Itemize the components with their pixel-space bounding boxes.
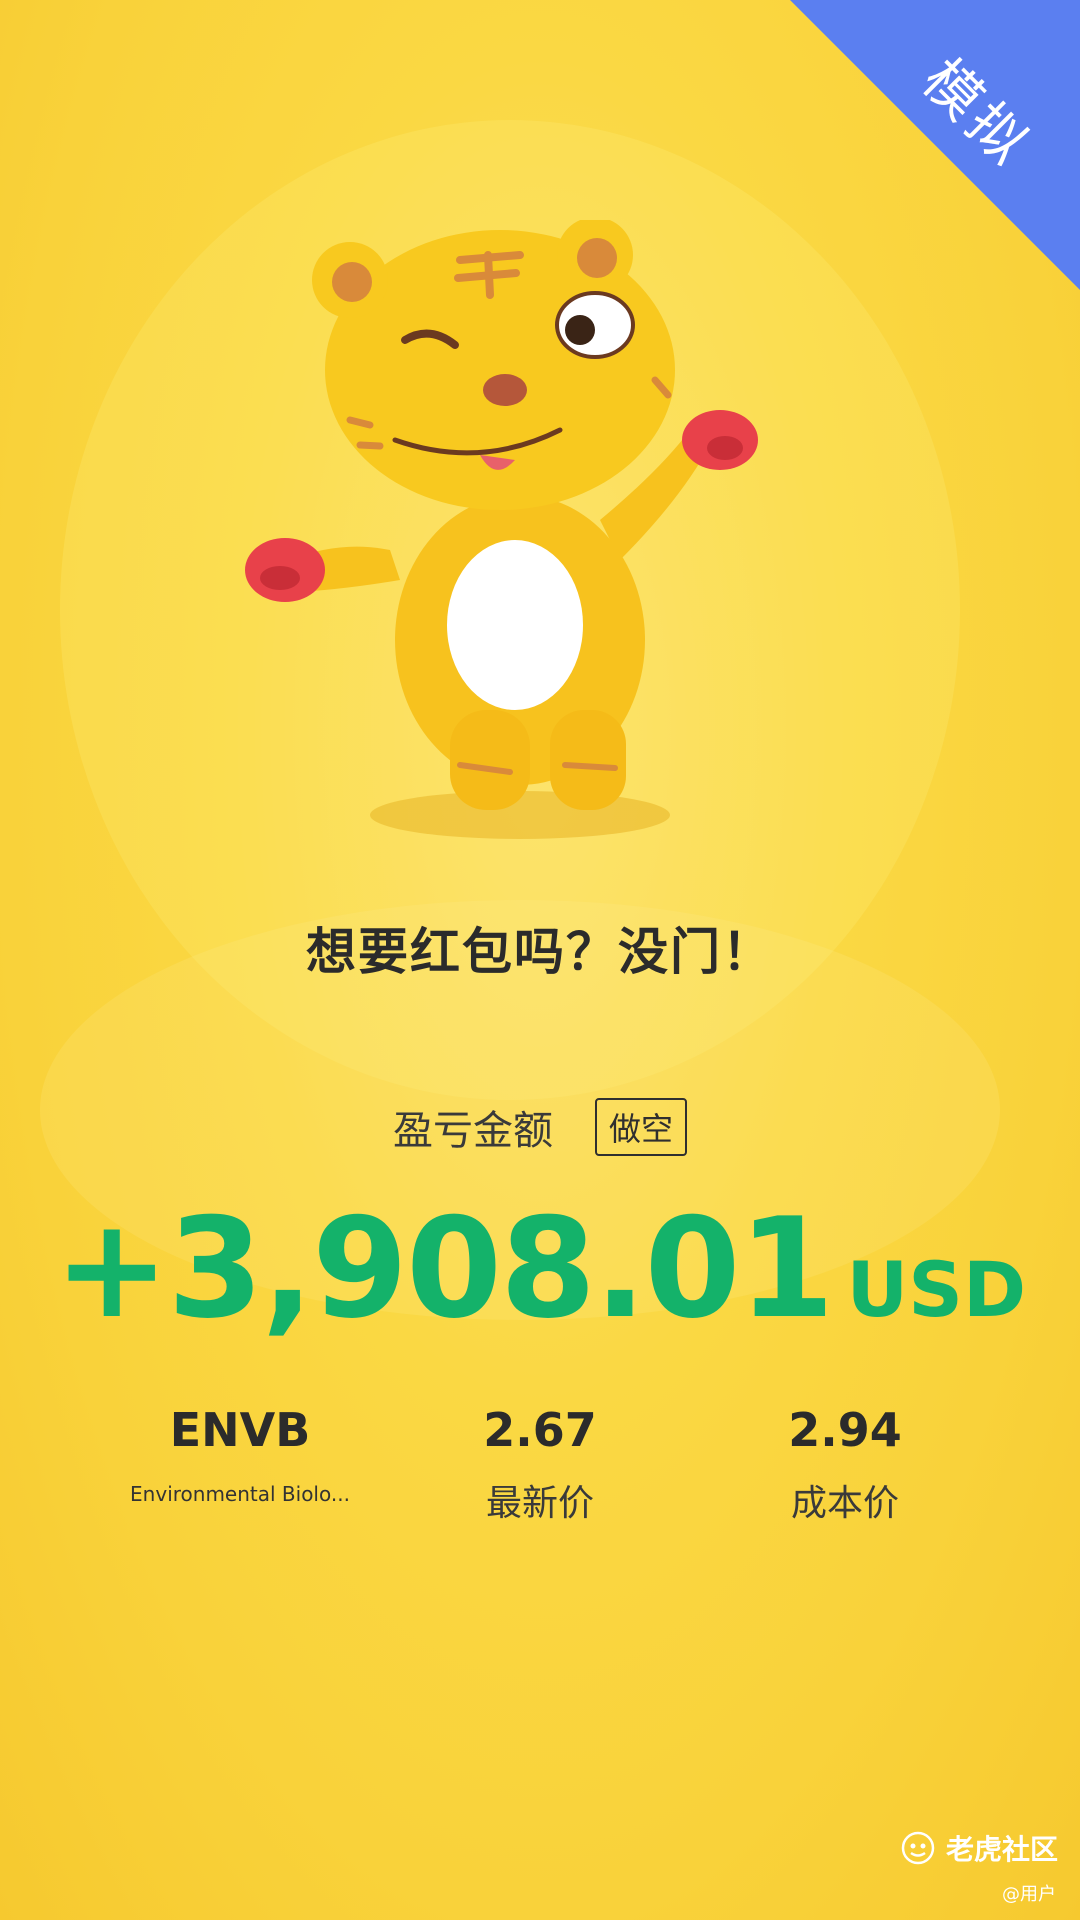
latest-price-value: 2.67 bbox=[483, 1403, 597, 1457]
cost-price-label: 成本价 bbox=[790, 1483, 899, 1524]
short-position-tag: 做空 bbox=[594, 1098, 687, 1156]
latest-price-label: 最新价 bbox=[485, 1483, 594, 1524]
tiger-mascot-illustration bbox=[245, 220, 758, 839]
cost-price-value: 2.94 bbox=[788, 1403, 902, 1457]
latest-price-stat: 2.67 最新价 bbox=[430, 1400, 650, 1526]
community-watermark: 老虎社区 bbox=[900, 1828, 1058, 1868]
mascot-belly bbox=[447, 540, 583, 710]
watermark-brand: 老虎社区 bbox=[945, 1833, 1058, 1866]
stock-name: Environmental Biolo... bbox=[130, 1482, 350, 1506]
cost-price-stat: 2.94 成本价 bbox=[735, 1400, 955, 1526]
mascot-nose bbox=[483, 374, 527, 406]
pnl-amount: +3,908.01 USD bbox=[0, 1188, 1080, 1349]
pnl-amount-value: +3,908.01 bbox=[53, 1188, 835, 1349]
pnl-label-row: 盈亏金额 做空 bbox=[0, 1098, 1080, 1156]
pnl-currency: USD bbox=[846, 1245, 1027, 1334]
stock-info: ENVB Environmental Biolo... bbox=[110, 1400, 370, 1506]
mascot-left-leg bbox=[450, 710, 530, 810]
pnl-label: 盈亏金额 bbox=[392, 1108, 553, 1154]
stock-symbol: ENVB bbox=[169, 1403, 311, 1457]
watermark-user: @用户 bbox=[1002, 1884, 1056, 1905]
simulation-corner-badge: 模拟 bbox=[790, 0, 1080, 290]
headline-text: 想要红包吗？没门！ bbox=[306, 923, 774, 981]
tiger-community-logo-icon bbox=[901, 1831, 935, 1865]
mascot-right-leg bbox=[550, 710, 626, 810]
position-stats: ENVB Environmental Biolo... 2.67 最新价 2.9… bbox=[0, 1400, 1080, 1540]
